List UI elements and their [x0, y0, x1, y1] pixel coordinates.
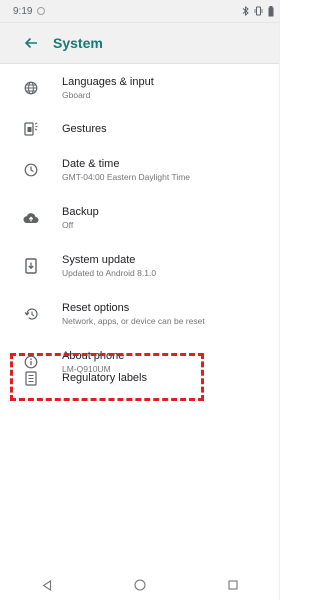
bluetooth-icon	[242, 6, 249, 16]
gestures-icon	[22, 120, 40, 138]
settings-item-date-time[interactable]: Date & time GMT-04:00 Eastern Daylight T…	[0, 148, 280, 192]
settings-item-reset[interactable]: Reset options Network, apps, or device c…	[0, 292, 280, 336]
settings-item-subtitle: GMT-04:00 Eastern Daylight Time	[62, 172, 191, 182]
navigation-bar	[0, 570, 280, 600]
back-button[interactable]	[11, 23, 51, 63]
settings-item-title: Date & time	[62, 158, 120, 170]
settings-item-title: Reset options	[62, 302, 130, 314]
nav-back-button[interactable]	[32, 573, 62, 597]
arrow-back-icon	[24, 37, 37, 49]
settings-item-backup[interactable]: Backup Off	[0, 196, 280, 240]
vibrate-icon	[254, 6, 263, 16]
toolbar: System	[0, 23, 280, 64]
settings-item-system-update[interactable]: System update Updated to Android 8.1.0	[0, 244, 280, 288]
triangle-back-icon	[42, 579, 51, 591]
highlight-box	[10, 353, 204, 401]
settings-item-title: Languages & input	[62, 76, 154, 88]
settings-item-title: System update	[62, 254, 136, 266]
settings-item-subtitle: Network, apps, or device can be reset	[62, 316, 205, 326]
page-edge	[279, 0, 280, 600]
clock-icon	[22, 161, 40, 179]
system-update-icon	[22, 257, 40, 275]
settings-item-subtitle: Updated to Android 8.1.0	[62, 268, 157, 278]
settings-item-languages[interactable]: Languages & input Gboard	[0, 66, 280, 110]
nav-home-button[interactable]	[125, 573, 155, 597]
page-title: System	[53, 35, 103, 51]
restore-icon	[22, 305, 40, 323]
square-recents-icon	[228, 580, 238, 590]
circle-home-icon	[134, 579, 146, 591]
notification-icon	[37, 7, 46, 15]
nav-recents-button[interactable]	[218, 573, 248, 597]
battery-icon	[268, 5, 274, 16]
settings-item-title: Gestures	[62, 123, 107, 135]
settings-item-subtitle: Gboard	[62, 90, 91, 100]
status-time: 9:19	[13, 5, 33, 17]
settings-item-gestures[interactable]: Gestures	[0, 110, 280, 148]
settings-item-subtitle: Off	[62, 220, 74, 230]
cloud-upload-icon	[22, 209, 40, 227]
status-bar: 9:19	[0, 0, 280, 23]
settings-item-title: Backup	[62, 206, 99, 218]
status-icons	[242, 5, 274, 17]
globe-icon	[22, 79, 40, 97]
